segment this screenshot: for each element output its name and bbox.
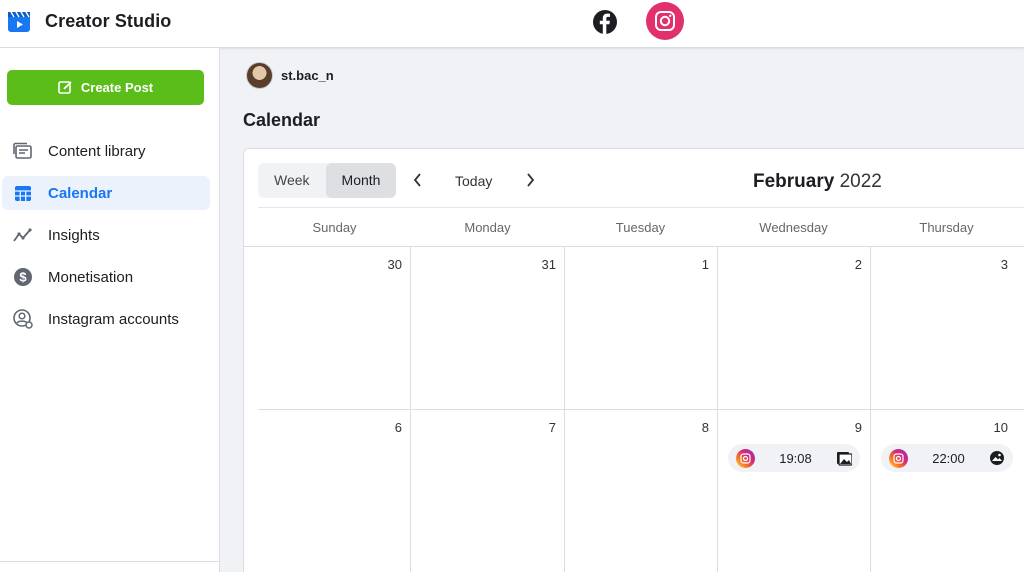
sidebar-item-monetisation[interactable]: $ Monetisation xyxy=(2,260,210,294)
day-number: 9 xyxy=(854,420,862,435)
day-cell[interactable]: 3 xyxy=(871,247,1024,410)
brand[interactable]: Creator Studio xyxy=(8,9,171,33)
app-title: Creator Studio xyxy=(45,10,172,31)
instagram-accounts-icon xyxy=(12,308,34,330)
sidebar-item-instagram-accounts[interactable]: Instagram accounts xyxy=(2,302,210,336)
monetisation-icon: $ xyxy=(12,266,34,288)
day-cell[interactable]: 1 xyxy=(565,247,718,410)
instagram-icon xyxy=(889,448,908,468)
sidebar-divider xyxy=(0,561,220,562)
create-post-button[interactable]: Create Post xyxy=(7,70,204,105)
day-number: 30 xyxy=(387,257,402,272)
account-switcher[interactable]: st.bac_n xyxy=(246,62,334,89)
post-time: 19:08 xyxy=(779,450,812,466)
day-number: 8 xyxy=(701,420,709,435)
sidebar-item-calendar[interactable]: Calendar xyxy=(2,176,210,210)
view-toggle: Week Month xyxy=(258,163,397,198)
day-cell[interactable]: 8 xyxy=(565,410,718,572)
scheduled-post[interactable]: 22:00 xyxy=(881,444,1013,472)
year: 2022 xyxy=(839,171,882,192)
sidebar-item-label: Calendar xyxy=(48,184,113,202)
facebook-icon[interactable] xyxy=(592,9,618,35)
sidebar-item-content-library[interactable]: Content library xyxy=(2,134,210,168)
day-number: 7 xyxy=(548,420,556,435)
day-cell[interactable]: 30 xyxy=(258,247,411,410)
sidebar-item-insights[interactable]: Insights xyxy=(2,218,210,252)
day-number: 1 xyxy=(701,257,709,272)
sidebar-item-label: Insights xyxy=(48,226,100,244)
photo-post-icon xyxy=(990,451,1004,465)
month-name: February xyxy=(753,171,835,192)
today-button[interactable]: Today xyxy=(455,173,492,189)
instagram-icon xyxy=(736,448,755,468)
week-view-button[interactable]: Week xyxy=(258,163,326,198)
day-number: 6 xyxy=(394,420,402,435)
day-cell[interactable]: 10 22:00 xyxy=(871,410,1024,572)
sidebar-item-label: Instagram accounts xyxy=(48,310,179,328)
day-number: 31 xyxy=(541,257,556,272)
calendar-icon xyxy=(12,182,34,204)
post-time: 22:00 xyxy=(932,450,965,466)
insights-icon xyxy=(12,224,34,246)
chevron-right-icon[interactable] xyxy=(522,171,538,189)
weekday-header: Sunday Monday Tuesday Wednesday Thursday xyxy=(258,209,1024,246)
weekday-label: Monday xyxy=(464,220,511,235)
instagram-icon[interactable] xyxy=(646,2,684,40)
day-cell[interactable]: 2 xyxy=(718,247,871,410)
day-number: 2 xyxy=(854,257,862,272)
account-name: st.bac_n xyxy=(281,68,334,83)
sidebar-item-label: Content library xyxy=(48,142,146,160)
day-number: 10 xyxy=(993,420,1008,435)
month-view-button[interactable]: Month xyxy=(325,163,397,198)
create-post-label: Create Post xyxy=(80,80,154,95)
content-library-icon xyxy=(12,140,34,162)
avatar xyxy=(246,62,273,89)
day-cell[interactable]: 7 xyxy=(412,410,565,572)
weekday-label: Thursday xyxy=(919,220,974,235)
edit-icon xyxy=(58,81,72,94)
creator-studio-logo-icon xyxy=(8,11,30,32)
weekday-label: Wednesday xyxy=(759,220,828,235)
chevron-left-icon[interactable] xyxy=(410,171,426,189)
month-year-label: February 2022 xyxy=(753,171,882,193)
day-number: 3 xyxy=(1000,257,1008,272)
sidebar: Create Post Content library Calendar Ins… xyxy=(0,48,220,572)
weekday-label: Tuesday xyxy=(615,220,666,235)
page-title: Calendar xyxy=(243,110,321,130)
instagram-glyph-icon xyxy=(655,11,675,31)
day-cell[interactable]: 9 19:08 xyxy=(718,410,871,572)
scheduled-post[interactable]: 19:08 xyxy=(728,444,860,472)
day-cell[interactable]: 31 xyxy=(412,247,565,410)
weekday-label: Sunday xyxy=(312,220,357,235)
sidebar-nav: Content library Calendar Insights $ Mone… xyxy=(2,134,210,344)
top-bar: Creator Studio xyxy=(0,0,1024,48)
sidebar-item-label: Monetisation xyxy=(48,268,134,286)
svg-text:$: $ xyxy=(19,270,27,285)
toolbar-divider xyxy=(258,207,1024,208)
calendar-card: Week Month Today February 2022 Sunday Mo… xyxy=(243,148,1024,572)
image-post-icon xyxy=(837,452,852,466)
day-cell[interactable]: 6 xyxy=(258,410,411,572)
